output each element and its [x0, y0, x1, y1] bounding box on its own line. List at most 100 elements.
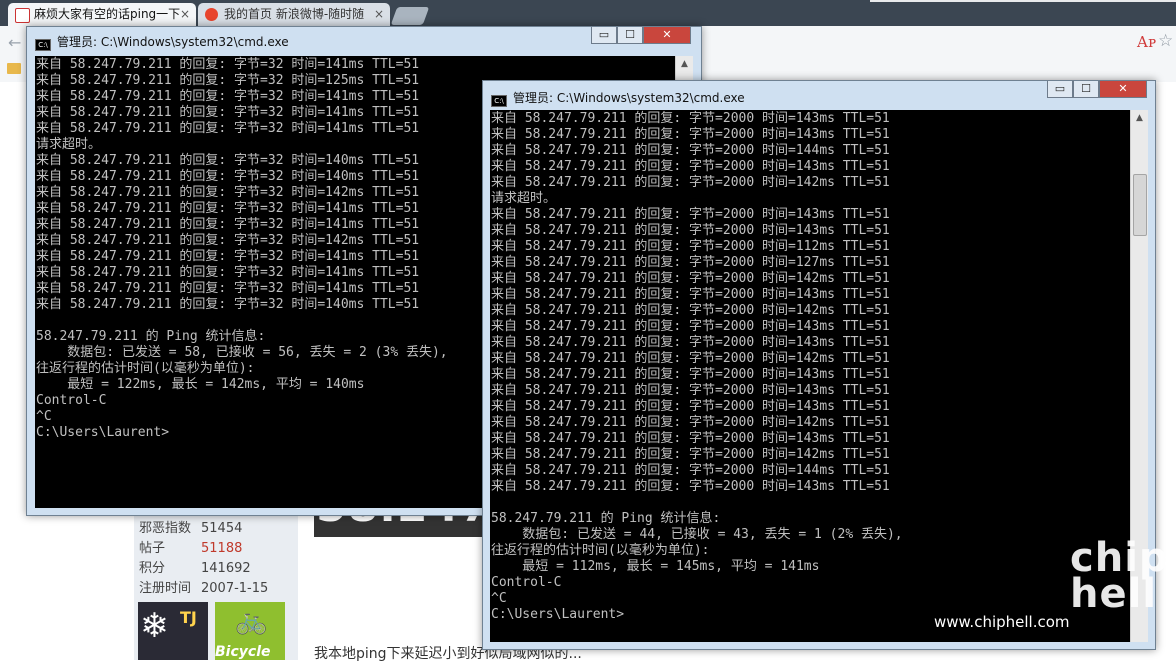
console-line: 58.247.79.211 的 Ping 统计信息:	[36, 329, 266, 344]
console-line: 最短 = 122ms, 最长 = 142ms, 平均 = 140ms	[36, 377, 365, 392]
console-line: 来自 58.247.79.211 的回复: 字节=2000 时间=143ms T…	[491, 207, 890, 222]
badge-bicycle[interactable]: 🚲 Bicycle	[215, 602, 285, 660]
console-line: 来自 58.247.79.211 的回复: 字节=2000 时间=142ms T…	[491, 415, 890, 430]
console-line: 来自 58.247.79.211 的回复: 字节=2000 时间=144ms T…	[491, 143, 890, 158]
console-line: 往返行程的估计时间(以毫秒为单位):	[36, 361, 255, 376]
folder-icon[interactable]	[7, 63, 21, 74]
close-button[interactable]: ✕	[643, 27, 691, 44]
arrow-left-icon[interactable]: ←	[8, 33, 21, 52]
console-line: Control-C	[36, 393, 107, 408]
minimize-button[interactable]: ▭	[1047, 81, 1073, 98]
console-line: Control-C	[491, 575, 562, 590]
console-line: 来自 58.247.79.211 的回复: 字节=32 时间=141ms TTL…	[36, 121, 420, 136]
console-line: 来自 58.247.79.211 的回复: 字节=32 时间=140ms TTL…	[36, 153, 420, 168]
tab-label: 我的首页 新浪微博-随时随	[224, 7, 365, 21]
chiphell-favicon-icon	[15, 8, 30, 23]
console-line: 来自 58.247.79.211 的回复: 字节=32 时间=141ms TTL…	[36, 201, 420, 216]
profile-value: 2007-1-15	[201, 581, 269, 596]
console-line: 来自 58.247.79.211 的回复: 字节=32 时间=141ms TTL…	[36, 89, 420, 104]
console-line: 来自 58.247.79.211 的回复: 字节=2000 时间=143ms T…	[491, 159, 890, 174]
console-line: 来自 58.247.79.211 的回复: 字节=2000 时间=127ms T…	[491, 255, 890, 270]
window-controls-strip	[870, 0, 1176, 2]
console-line: 来自 58.247.79.211 的回复: 字节=2000 时间=143ms T…	[491, 479, 890, 494]
console-line: 来自 58.247.79.211 的回复: 字节=32 时间=140ms TTL…	[36, 297, 420, 312]
scroll-up-icon[interactable]: ▲	[676, 56, 693, 73]
browser-tabstrip: 麻烦大家有空的话ping一下 × 我的首页 新浪微博-随时随 ×	[0, 0, 1176, 26]
console-lines: 来自 58.247.79.211 的回复: 字节=32 时间=141ms TTL…	[36, 57, 448, 441]
chiphell-watermark-logo: chip hell	[1070, 535, 1176, 617]
console-line: 来自 58.247.79.211 的回复: 字节=32 时间=141ms TTL…	[36, 57, 420, 72]
console-line: 来自 58.247.79.211 的回复: 字节=2000 时间=142ms T…	[491, 351, 890, 366]
console-line: 往返行程的估计时间(以毫秒为单位):	[491, 543, 710, 558]
maximize-button[interactable]: ☐	[617, 27, 643, 44]
console-line: 来自 58.247.79.211 的回复: 字节=2000 时间=143ms T…	[491, 223, 890, 238]
console-line: 来自 58.247.79.211 的回复: 字节=32 时间=142ms TTL…	[36, 185, 420, 200]
tab-weibo[interactable]: 我的首页 新浪微博-随时随 ×	[198, 3, 390, 26]
tab-close-icon[interactable]: ×	[374, 3, 384, 26]
profile-row: 注册时间 2007-1-15	[139, 577, 268, 596]
console-line: 数据包: 已发送 = 58, 已接收 = 56, 丢失 = 2 (3% 丢失),	[36, 345, 448, 360]
cmd-icon: C:\	[35, 39, 51, 51]
console-line: 来自 58.247.79.211 的回复: 字节=2000 时间=143ms T…	[491, 383, 890, 398]
tab-ping-thread[interactable]: 麻烦大家有空的话ping一下 ×	[8, 3, 196, 26]
console-line: 来自 58.247.79.211 的回复: 字节=32 时间=141ms TTL…	[36, 281, 420, 296]
window-title: C:\ 管理员: C:\Windows\system32\cmd.exe	[491, 89, 745, 107]
cmd-icon: C:\	[491, 95, 507, 107]
badge-tj[interactable]: ❄ TJ	[138, 602, 208, 660]
profile-value: 141692	[201, 561, 251, 576]
new-tab-button[interactable]	[390, 7, 430, 25]
console-line: 来自 58.247.79.211 的回复: 字节=32 时间=141ms TTL…	[36, 217, 420, 232]
tab-label: 麻烦大家有空的话ping一下	[34, 7, 181, 21]
console-line: 来自 58.247.79.211 的回复: 字节=2000 时间=142ms T…	[491, 447, 890, 462]
profile-key: 帖子	[139, 541, 166, 556]
console-line: 来自 58.247.79.211 的回复: 字节=2000 时间=144ms T…	[491, 463, 890, 478]
translate-icon[interactable]: Aᴘ	[1137, 33, 1156, 51]
profile-posts-link[interactable]: 51188	[201, 541, 242, 556]
console-line: 58.247.79.211 的 Ping 统计信息:	[491, 511, 721, 526]
window-title-text: 管理员: C:\Windows\system32\cmd.exe	[513, 91, 745, 105]
console-line: 数据包: 已发送 = 44, 已接收 = 43, 丢失 = 1 (2% 丢失),	[491, 527, 903, 542]
cyclist-icon: 🚲	[235, 606, 268, 636]
console-output[interactable]: 来自 58.247.79.211 的回复: 字节=2000 时间=143ms T…	[490, 110, 1148, 642]
console-line: C:\Users\Laurent>	[491, 607, 625, 622]
console-line: 来自 58.247.79.211 的回复: 字节=2000 时间=143ms T…	[491, 319, 890, 334]
console-line: ^C	[491, 591, 507, 606]
console-line: 来自 58.247.79.211 的回复: 字节=2000 时间=143ms T…	[491, 367, 890, 382]
profile-value: 51454	[201, 521, 243, 536]
console-line: 来自 58.247.79.211 的回复: 字节=32 时间=125ms TTL…	[36, 73, 420, 88]
minimize-button[interactable]: ▭	[591, 27, 617, 44]
weibo-favicon-icon	[205, 8, 218, 21]
console-line: 来自 58.247.79.211 的回复: 字节=2000 时间=143ms T…	[491, 335, 890, 350]
console-line: 来自 58.247.79.211 的回复: 字节=2000 时间=142ms T…	[491, 175, 890, 190]
console-line: 来自 58.247.79.211 的回复: 字节=32 时间=141ms TTL…	[36, 105, 420, 120]
console-line: 来自 58.247.79.211 的回复: 字节=2000 时间=142ms T…	[491, 303, 890, 318]
profile-key: 注册时间	[139, 581, 192, 596]
profile-row: 积分 141692	[139, 557, 251, 576]
console-line: 来自 58.247.79.211 的回复: 字节=32 时间=141ms TTL…	[36, 265, 420, 280]
watermark-logo-text: chip hell	[1070, 535, 1169, 617]
watermark-url: www.chiphell.com	[934, 613, 1070, 631]
console-line: 来自 58.247.79.211 的回复: 字节=2000 时间=143ms T…	[491, 127, 890, 142]
console-line: 来自 58.247.79.211 的回复: 字节=2000 时间=112ms T…	[491, 239, 890, 254]
console-line: 来自 58.247.79.211 的回复: 字节=32 时间=141ms TTL…	[36, 249, 420, 264]
console-line: 来自 58.247.79.211 的回复: 字节=2000 时间=143ms T…	[491, 111, 890, 126]
star-icon[interactable]: ☆	[1158, 31, 1173, 51]
console-line: ^C	[36, 409, 52, 424]
console-line: 最短 = 112ms, 最长 = 145ms, 平均 = 141ms	[491, 559, 820, 574]
badge-label: TJ	[180, 608, 197, 627]
window-title-text: 管理员: C:\Windows\system32\cmd.exe	[57, 35, 289, 49]
tab-close-icon[interactable]: ×	[180, 3, 190, 26]
profile-key: 积分	[139, 561, 166, 576]
scroll-up-icon[interactable]: ▲	[1131, 110, 1148, 127]
console-line: 请求超时。	[491, 191, 557, 206]
scroll-thumb[interactable]	[1133, 174, 1147, 236]
profile-key: 邪恶指数	[139, 521, 192, 536]
window-title: C:\ 管理员: C:\Windows\system32\cmd.exe	[35, 33, 289, 51]
console-line: 来自 58.247.79.211 的回复: 字节=2000 时间=143ms T…	[491, 287, 890, 302]
console-line: 来自 58.247.79.211 的回复: 字节=2000 时间=142ms T…	[491, 271, 890, 286]
console-line: 来自 58.247.79.211 的回复: 字节=32 时间=142ms TTL…	[36, 233, 420, 248]
maximize-button[interactable]: ☐	[1073, 81, 1099, 98]
cmd-window-2[interactable]: C:\ 管理员: C:\Windows\system32\cmd.exe ▭ ☐ …	[482, 80, 1156, 650]
close-button[interactable]: ✕	[1099, 81, 1147, 98]
